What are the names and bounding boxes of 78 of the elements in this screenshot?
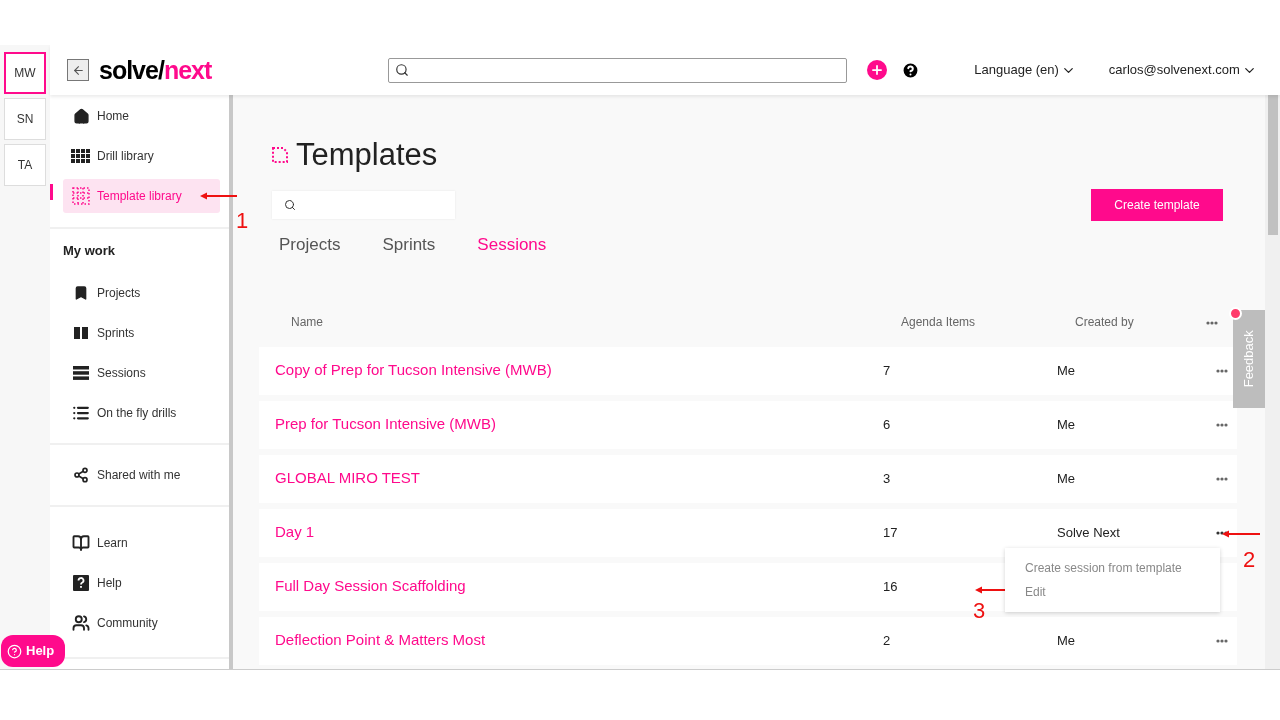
columns-icon [74,327,88,339]
tab[interactable]: Projects [279,232,341,258]
bookmark-icon [73,285,89,301]
arrow-left-icon [71,63,85,77]
help-button[interactable]: Help [1,635,65,667]
column-header: Name [291,313,324,331]
home-icon [72,107,90,125]
table-row[interactable]: GLOBAL MIRO TEST 3 Me [259,454,1237,503]
table-cell-text: Solve Next [1057,523,1120,542]
help-icon[interactable] [901,60,921,80]
workspace-tab[interactable]: SN [4,98,46,140]
menu-item[interactable]: Edit [1005,579,1220,604]
column-header: Created by [1074,313,1135,331]
workspace-tab[interactable]: TA [4,144,46,186]
create-template-button[interactable]: Create template [1091,189,1223,221]
annotation-number: 1 [236,207,249,235]
language-dropdown[interactable]: Language (en) [974,60,1076,80]
help-icon [7,643,22,659]
template-name-link[interactable]: Day 1 [275,521,315,544]
user-dropdown[interactable]: carlos@solvenext.com [1108,60,1257,80]
sidebar-item[interactable]: Sprints [63,316,220,350]
scrollbar-thumb[interactable] [1267,95,1278,235]
sidebar-item[interactable]: Drill library [63,139,220,173]
sidebar-item[interactable]: Home [63,99,220,133]
more-icon[interactable] [1206,320,1218,325]
sidebar-item[interactable]: Sessions [63,356,220,390]
page-title: Templates [296,136,438,174]
arrow-icon [1222,530,1260,538]
table-cell-text: 2 [883,631,891,650]
template-name-link[interactable]: GLOBAL MIRO TEST [275,467,421,490]
template-name-link[interactable]: Full Day Session Scaffolding [275,575,466,598]
template-name-link[interactable]: Deflection Point & Matters Most [275,629,486,652]
people-icon [72,614,90,632]
dotted-grid-icon [72,187,90,205]
section-heading: My work [62,242,116,260]
plus-icon [870,63,885,77]
table-cell-text: Me [1057,469,1076,488]
template-name-link[interactable]: Prep for Tucson Intensive (MWB) [275,413,496,436]
workspace-tab[interactable]: MW [4,52,46,94]
sidebar-item[interactable]: Learn [63,526,220,560]
arrow-icon [200,192,237,200]
add-button[interactable] [867,60,888,80]
more-icon[interactable] [1216,422,1228,427]
table-cell-text: Me [1057,631,1076,650]
table-cell-text: Me [1057,361,1076,380]
search-field[interactable] [388,57,848,83]
table-cell-text: 3 [883,469,891,488]
help-icon [73,575,89,591]
table-cell-text: Me [1057,415,1076,434]
tab[interactable]: Sessions [477,232,547,258]
search-icon [395,63,410,77]
sidebar-item[interactable]: On the fly drills [63,396,220,430]
template-icon [272,147,288,163]
sidebar-item[interactable]: Community [63,606,220,640]
logo: solve/next [99,57,212,83]
grid-icon [71,149,91,163]
book-icon [72,534,90,552]
search-icon [284,199,296,211]
more-icon[interactable] [1216,476,1228,481]
search-field[interactable] [272,191,455,219]
column-header: Agenda Items [900,313,977,331]
sidebar-item[interactable]: Help [63,566,220,600]
table-cell-text: 7 [883,361,891,380]
table-cell-text: 16 [883,577,898,596]
more-icon[interactable] [1216,368,1228,373]
stack-icon [73,366,89,380]
annotation-number: 2 [1243,546,1256,574]
table-cell-text: 17 [883,523,898,542]
tab[interactable]: Sprints [382,232,436,258]
back-button[interactable] [67,59,89,81]
list-icon [72,404,90,422]
table-cell-text: 6 [883,415,891,434]
sidebar-item[interactable]: Shared with me [63,458,220,492]
template-name-link[interactable]: Copy of Prep for Tucson Intensive (MWB) [275,359,552,382]
share-icon [73,467,89,483]
table-row[interactable]: Prep for Tucson Intensive (MWB) 6 Me [259,400,1237,449]
sidebar-item[interactable]: Projects [63,276,220,310]
more-icon[interactable] [1216,638,1228,643]
